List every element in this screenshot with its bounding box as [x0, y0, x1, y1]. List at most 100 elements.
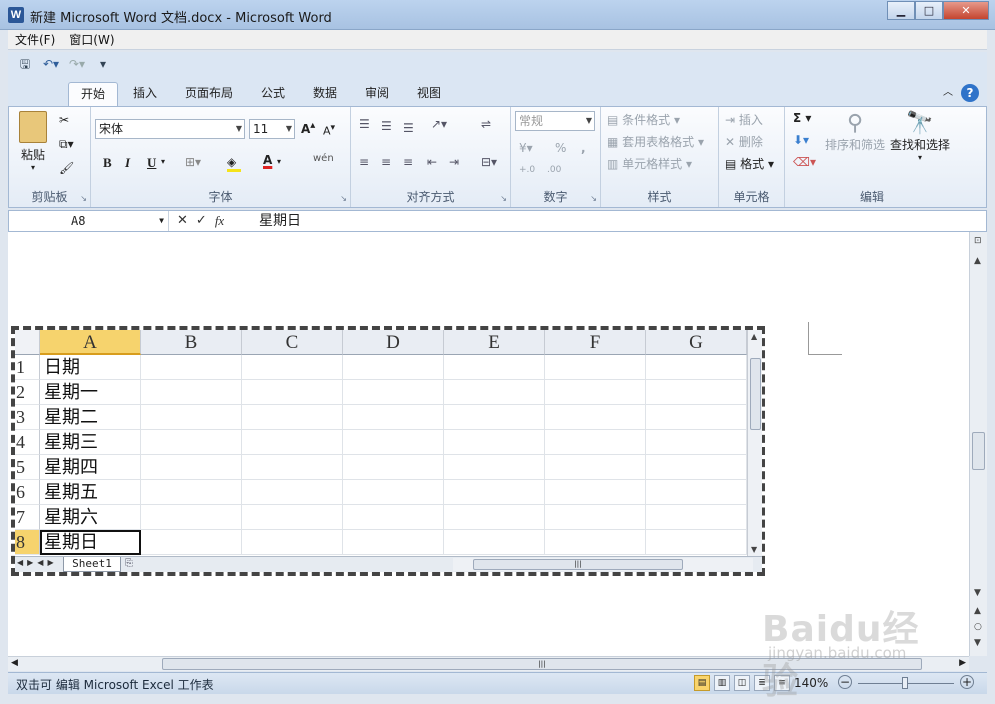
cell-f8[interactable]	[545, 530, 646, 555]
cell-f7[interactable]	[545, 505, 646, 530]
alignment-launcher-icon[interactable]: ↘	[500, 194, 507, 203]
minimize-button[interactable]: ▁	[887, 1, 915, 20]
tab-view[interactable]: 视图	[408, 82, 450, 106]
comma-button[interactable]: ,	[581, 141, 586, 155]
cell-g1[interactable]	[646, 355, 747, 380]
scroll-down-icon[interactable]: ▼	[974, 588, 981, 598]
cell-d5[interactable]	[343, 455, 444, 480]
cell-g3[interactable]	[646, 405, 747, 430]
tab-insert[interactable]: 插入	[124, 82, 166, 106]
select-all-corner[interactable]	[15, 330, 40, 355]
column-header-b[interactable]: B	[141, 330, 242, 355]
cell-c4[interactable]	[242, 430, 343, 455]
clear-icon[interactable]: ⌫▾	[793, 155, 816, 169]
format-painter-icon[interactable]: 🖌	[59, 161, 74, 175]
paste-button[interactable]: 粘贴 ▾	[17, 111, 49, 172]
scroll-left-icon[interactable]: ◀	[11, 658, 18, 668]
maximize-button[interactable]: □	[915, 1, 943, 20]
cell-a6[interactable]: 星期五	[40, 480, 141, 505]
cell-b6[interactable]	[141, 480, 242, 505]
cell-b4[interactable]	[141, 430, 242, 455]
fill-color-icon[interactable]: ◈	[227, 155, 241, 172]
increase-indent-icon[interactable]: ⇥	[449, 155, 459, 169]
format-cells-button[interactable]: ▤ 格式 ▾	[725, 155, 774, 172]
cell-c6[interactable]	[242, 480, 343, 505]
cell-a4[interactable]: 星期三	[40, 430, 141, 455]
format-as-table-button[interactable]: ▦ 套用表格格式 ▾	[607, 133, 704, 150]
chevron-down-icon[interactable]: ▾	[277, 157, 281, 166]
zoom-slider-thumb[interactable]	[902, 677, 909, 689]
menu-file[interactable]: 文件(F)	[8, 31, 62, 48]
previous-page-icon[interactable]: ▲	[974, 606, 981, 616]
document-horizontal-scrollbar[interactable]: ◀ ||| ▶	[8, 656, 969, 671]
cell-b5[interactable]	[141, 455, 242, 480]
conditional-format-button[interactable]: ▤ 条件格式 ▾	[607, 111, 680, 128]
minimize-ribbon-icon[interactable]: ︿	[943, 84, 953, 102]
embedded-excel-object[interactable]: A B C D E F G 1 日期 2 星期一 3 星期二 4 星期三 5 星期四 6 星期五 7 星期…	[11, 326, 765, 576]
cell-f1[interactable]	[545, 355, 646, 380]
grow-font-icon[interactable]: A▴	[301, 120, 315, 136]
sort-filter-button[interactable]: ⚲ 排序和筛选	[825, 111, 885, 153]
align-bottom-icon[interactable]: ☰	[403, 121, 414, 135]
new-sheet-icon[interactable]: ⎘	[125, 558, 133, 569]
currency-icon[interactable]: ¥▾	[519, 141, 533, 155]
save-icon[interactable]: 🖫	[16, 56, 34, 72]
document-area[interactable]: A B C D E F G 1 日期 2 星期一 3 星期二 4 星期三 5 星期四 6 星期五 7 星期…	[8, 232, 969, 656]
shrink-font-icon[interactable]: A▾	[323, 122, 335, 138]
number-format-select[interactable]: 常规 ▼	[515, 111, 595, 131]
zoom-level[interactable]: 140%	[794, 676, 828, 690]
row-header[interactable]: 1	[15, 355, 40, 380]
sheet-tab-sheet1[interactable]: Sheet1	[63, 557, 121, 572]
sheet-horizontal-scrollbar[interactable]: |||	[453, 558, 753, 571]
delete-cells-button[interactable]: ✕ 删除	[725, 133, 763, 150]
cancel-icon[interactable]: ✕	[177, 212, 188, 230]
increase-decimal-button[interactable]: +.0	[519, 165, 535, 175]
cell-e6[interactable]	[444, 480, 545, 505]
italic-button[interactable]: I	[125, 155, 130, 171]
column-header-d[interactable]: D	[343, 330, 444, 355]
percent-button[interactable]: %	[555, 141, 566, 155]
merge-center-icon[interactable]: ⊟▾	[481, 155, 497, 169]
customize-icon[interactable]: ▾	[94, 56, 112, 72]
cell-g4[interactable]	[646, 430, 747, 455]
cell-e2[interactable]	[444, 380, 545, 405]
scroll-right-icon[interactable]: ▶	[959, 658, 966, 668]
scroll-up-icon[interactable]: ▲	[974, 256, 981, 266]
font-name-select[interactable]: 宋体 ▼	[95, 119, 245, 139]
cell-c8[interactable]	[242, 530, 343, 555]
ruler-icon[interactable]: ⊡	[974, 236, 982, 246]
column-header-f[interactable]: F	[545, 330, 646, 355]
decrease-decimal-button[interactable]: .00	[547, 165, 561, 175]
bold-button[interactable]: B	[103, 155, 112, 171]
find-select-button[interactable]: 🔭 查找和选择 ▾	[889, 111, 951, 162]
column-header-e[interactable]: E	[444, 330, 545, 355]
border-icon[interactable]: ⊞▾	[185, 155, 201, 169]
number-launcher-icon[interactable]: ↘	[590, 194, 597, 203]
help-icon[interactable]: ?	[961, 84, 979, 102]
scroll-up-icon[interactable]: ▲	[751, 332, 757, 341]
next-page-icon[interactable]: ▼	[974, 638, 981, 648]
cell-b7[interactable]	[141, 505, 242, 530]
align-left-icon[interactable]: ≡	[359, 155, 369, 169]
insert-cells-button[interactable]: ⇥ 插入	[725, 111, 763, 128]
align-center-icon[interactable]: ≡	[381, 155, 391, 169]
cell-f5[interactable]	[545, 455, 646, 480]
cell-b3[interactable]	[141, 405, 242, 430]
cell-d1[interactable]	[343, 355, 444, 380]
cell-d7[interactable]	[343, 505, 444, 530]
cell-e7[interactable]	[444, 505, 545, 530]
column-header-a[interactable]: A	[40, 330, 141, 355]
scroll-thumb[interactable]	[972, 432, 985, 470]
cell-d2[interactable]	[343, 380, 444, 405]
cell-e8[interactable]	[444, 530, 545, 555]
zoom-in-icon[interactable]: +	[960, 675, 974, 689]
tab-data[interactable]: 数据	[304, 82, 346, 106]
cell-a3[interactable]: 星期二	[40, 405, 141, 430]
copy-icon[interactable]: ⧉▾	[59, 137, 74, 152]
cell-e1[interactable]	[444, 355, 545, 380]
align-top-icon[interactable]: ☰	[359, 117, 370, 131]
row-header[interactable]: 7	[15, 505, 40, 530]
cell-e5[interactable]	[444, 455, 545, 480]
cut-icon[interactable]: ✂	[59, 113, 69, 127]
cell-g7[interactable]	[646, 505, 747, 530]
